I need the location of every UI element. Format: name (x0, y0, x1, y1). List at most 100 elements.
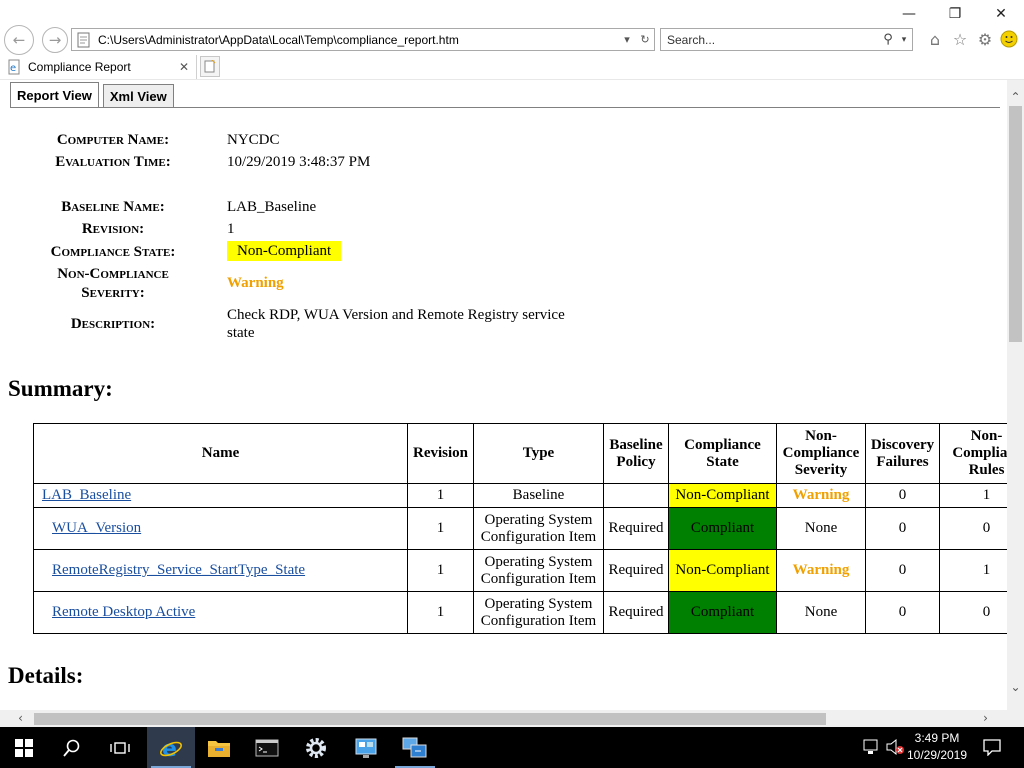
col-discovery-line2: Failures (876, 453, 929, 470)
baseline-link[interactable]: LAB_Baseline (42, 487, 131, 503)
horizontal-scroll-thumb[interactable] (34, 713, 826, 725)
address-bar[interactable]: C:\Users\Administrator\AppData\Local\Tem… (71, 28, 655, 51)
tab-close-icon[interactable]: ✕ (176, 60, 192, 74)
row-discovery: 0 (865, 483, 940, 508)
row-type-line2: Configuration Item (480, 528, 597, 545)
volume-muted-tray-icon[interactable] (886, 738, 904, 760)
page-viewport: Report View Xml View Computer Name: NYCD… (0, 80, 1007, 710)
horizontal-scrollbar[interactable]: ‹ › (0, 710, 1007, 727)
col-ncrules-line2: Compliant (952, 445, 1007, 461)
task-view-button[interactable] (96, 727, 144, 768)
magnifier-icon (63, 739, 80, 757)
settings-taskbar-button[interactable] (292, 727, 340, 768)
row-type-line2: Configuration Item (480, 570, 597, 587)
row-type: Operating System Configuration Item (473, 591, 604, 634)
ci-link-remote-desktop[interactable]: Remote Desktop Active (52, 604, 195, 620)
scroll-down-arrow-icon[interactable]: ⌄ (1007, 680, 1024, 694)
vertical-scroll-thumb[interactable] (1009, 106, 1022, 342)
summary-table: Name Revision Type Baseline Policy Compli… (33, 423, 1007, 634)
favorites-star-icon[interactable]: ☆ (950, 29, 970, 49)
col-discovery-failures: Discovery Failures (865, 423, 940, 484)
new-tab-button[interactable] (200, 56, 220, 77)
col-severity-line3: Severity (794, 462, 848, 478)
row-policy: Required (603, 591, 669, 634)
table-row: LAB_Baseline 1 Baseline Non-Compliant Wa… (33, 483, 1007, 508)
start-button[interactable] (0, 727, 48, 768)
control-panel-icon (355, 738, 377, 758)
search-dropdown-icon[interactable]: ▾ (896, 35, 912, 45)
window-controls: — ❐ ✕ (886, 2, 1024, 26)
col-baseline-policy-line2: Policy (616, 453, 656, 470)
row-type-line2: Configuration Item (480, 612, 597, 629)
svg-text:e: e (10, 63, 16, 74)
ci-link-wua-version[interactable]: WUA_Version (52, 520, 141, 536)
remote-desktop-taskbar-button[interactable] (391, 727, 439, 768)
search-icon[interactable]: ⚲ (880, 32, 896, 47)
row-compliance-state: Non-Compliant (668, 549, 777, 592)
search-box[interactable]: ⚲ ▾ (660, 28, 913, 51)
file-explorer-taskbar-button[interactable] (195, 727, 243, 768)
smiley-feedback-icon[interactable] (999, 29, 1019, 49)
vertical-scrollbar[interactable]: ⌃ ⌄ (1007, 80, 1024, 710)
baseline-name-value: LAB_Baseline (227, 199, 317, 215)
severity-label-line2: Severity: (81, 285, 145, 301)
row-type: Operating System Configuration Item (473, 507, 604, 550)
col-revision: Revision (407, 423, 474, 484)
revision-label: Revision: (81, 221, 145, 237)
evaluation-time-label: Evaluation Time: (55, 154, 171, 170)
notifications-tray-icon[interactable] (983, 739, 1001, 761)
new-tab-icon (204, 60, 216, 73)
internet-explorer-icon: e (160, 737, 182, 760)
scrollbar-corner (1007, 710, 1024, 727)
tray-clock[interactable]: 3:49 PM 10/29/2019 (904, 730, 970, 764)
row-compliance-state: Compliant (668, 507, 777, 550)
network-tray-icon[interactable] (862, 739, 880, 760)
row-type-line1: Operating System (484, 511, 593, 528)
command-prompt-taskbar-button[interactable] (243, 727, 291, 768)
search-taskbar-button[interactable] (48, 727, 96, 768)
scroll-left-arrow-icon[interactable]: ‹ (12, 711, 29, 725)
computer-name-value: NYCDC (227, 132, 280, 148)
back-button[interactable]: ← (4, 25, 34, 55)
page-favicon-icon (77, 32, 90, 47)
row-rules: 0 (939, 507, 1007, 550)
scroll-right-arrow-icon[interactable]: › (977, 711, 994, 725)
col-name: Name (33, 423, 408, 484)
browser-chrome: — ❐ ✕ ← → C:\Users\Administrator\AppData… (0, 0, 1024, 80)
settings-gear-icon[interactable]: ⚙ (975, 29, 995, 49)
address-dropdown-icon[interactable]: ▾ (618, 33, 636, 46)
url-text[interactable]: C:\Users\Administrator\AppData\Local\Tem… (98, 33, 618, 47)
details-heading: Details: (8, 663, 84, 688)
row-name-cell: LAB_Baseline (33, 483, 408, 508)
row-rules: 0 (939, 591, 1007, 634)
browser-tab[interactable]: e Compliance Report ✕ (0, 55, 197, 79)
table-row: RemoteRegistry_Service_StartType_State 1… (33, 549, 1007, 592)
taskbar: e 3:49 PM 10/29/2019 (0, 727, 1024, 768)
row-discovery: 0 (865, 507, 940, 550)
row-type-line1: Operating System (484, 553, 593, 570)
internet-explorer-taskbar-button[interactable]: e (147, 727, 195, 768)
revision-value: 1 (227, 221, 235, 237)
ci-link-remoteregistry[interactable]: RemoteRegistry_Service_StartType_State (52, 562, 305, 578)
col-severity-line2: Compliance (782, 445, 860, 461)
row-severity: None (776, 591, 866, 634)
row-severity: Warning (776, 483, 866, 508)
row-name-cell: RemoteRegistry_Service_StartType_State (33, 549, 408, 592)
minimize-button[interactable]: — (886, 2, 932, 26)
close-window-button[interactable]: ✕ (978, 2, 1024, 26)
forward-button[interactable]: → (42, 27, 68, 53)
refresh-icon[interactable]: ↻ (636, 33, 654, 46)
folder-icon (208, 740, 230, 757)
restore-button[interactable]: ❐ (932, 2, 978, 26)
description-label: Description: (70, 316, 156, 332)
scroll-up-arrow-icon[interactable]: ⌃ (1007, 90, 1024, 104)
control-panel-taskbar-button[interactable] (342, 727, 390, 768)
search-input[interactable] (661, 32, 880, 47)
col-compliance-line2: State (706, 453, 739, 470)
tab-xml-view[interactable]: Xml View (102, 84, 174, 108)
tab-report-view[interactable]: Report View (10, 82, 99, 108)
col-compliance-line1: Compliance (684, 436, 761, 453)
report-tabs: Report View Xml View (10, 82, 178, 108)
remote-desktop-icon (402, 737, 427, 757)
home-icon[interactable]: ⌂ (925, 29, 945, 49)
